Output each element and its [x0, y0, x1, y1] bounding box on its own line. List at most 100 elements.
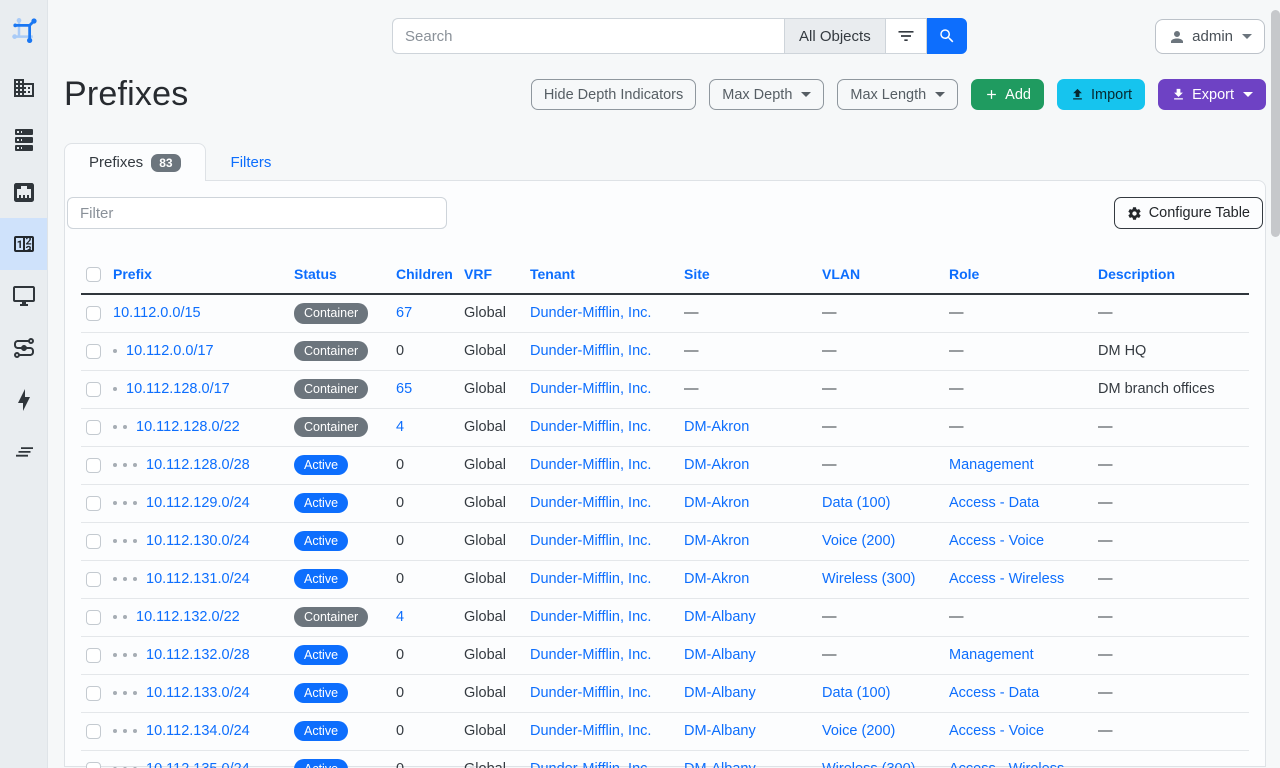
tenant-link[interactable]: Dunder-Mifflin, Inc.: [530, 533, 651, 549]
children-count-link[interactable]: 67: [396, 305, 412, 321]
role-link[interactable]: Access - Data: [949, 685, 1039, 701]
global-search-input[interactable]: [392, 18, 784, 54]
tenant-link[interactable]: Dunder-Mifflin, Inc.: [530, 685, 651, 701]
sort-link[interactable]: VLAN: [822, 266, 860, 282]
row-checkbox[interactable]: [86, 382, 101, 397]
select-all-checkbox[interactable]: [86, 267, 101, 282]
sort-link[interactable]: Children: [396, 266, 453, 282]
vlan-link[interactable]: Voice (200): [822, 533, 895, 549]
row-checkbox[interactable]: [86, 572, 101, 587]
search-submit-button[interactable]: [927, 18, 967, 54]
search-filter-button[interactable]: [885, 18, 927, 54]
tenant-link[interactable]: Dunder-Mifflin, Inc.: [530, 419, 651, 435]
row-checkbox[interactable]: [86, 458, 101, 473]
row-checkbox[interactable]: [86, 534, 101, 549]
sort-link[interactable]: Description: [1098, 266, 1175, 282]
site-link[interactable]: DM-Akron: [684, 533, 749, 549]
prefix-link[interactable]: 10.112.0.0/17: [126, 343, 214, 359]
role-link[interactable]: Access - Wireless: [949, 571, 1064, 587]
user-menu-button[interactable]: admin: [1155, 19, 1265, 54]
tab-prefixes[interactable]: Prefixes 83: [64, 143, 206, 181]
sort-link[interactable]: Tenant: [530, 266, 575, 282]
site-link[interactable]: DM-Akron: [684, 457, 749, 473]
prefix-link[interactable]: 10.112.135.0/24: [146, 761, 250, 768]
children-count-link[interactable]: 4: [396, 609, 404, 625]
prefix-link[interactable]: 10.112.0.0/15: [113, 305, 201, 321]
vlan-link[interactable]: Data (100): [822, 495, 891, 511]
site-link[interactable]: DM-Akron: [684, 419, 749, 435]
prefix-link[interactable]: 10.112.128.0/22: [136, 419, 240, 435]
sort-link[interactable]: Status: [294, 266, 337, 282]
max-depth-dropdown[interactable]: Max Depth: [709, 79, 824, 110]
prefix-link[interactable]: 10.112.130.0/24: [146, 533, 250, 549]
children-count-link[interactable]: 4: [396, 419, 404, 435]
prefix-link[interactable]: 10.112.131.0/24: [146, 571, 250, 587]
role-link[interactable]: Access - Voice: [949, 723, 1044, 739]
vertical-scrollbar[interactable]: [1271, 10, 1280, 237]
tenant-link[interactable]: Dunder-Mifflin, Inc.: [530, 381, 651, 397]
role-link[interactable]: Access - Voice: [949, 533, 1044, 549]
vlan-link[interactable]: Wireless (300): [822, 761, 915, 768]
site-link[interactable]: DM-Akron: [684, 571, 749, 587]
export-dropdown[interactable]: Export: [1158, 79, 1266, 110]
prefix-link[interactable]: 10.112.129.0/24: [146, 495, 250, 511]
sidebar-item-devices[interactable]: [0, 114, 47, 166]
sidebar-item-organization[interactable]: [0, 62, 47, 114]
row-checkbox[interactable]: [86, 420, 101, 435]
role-link[interactable]: Access - Wireless: [949, 761, 1064, 768]
sidebar-item-circuits[interactable]: [0, 322, 47, 374]
import-button[interactable]: Import: [1057, 79, 1145, 110]
tenant-link[interactable]: Dunder-Mifflin, Inc.: [530, 457, 651, 473]
tenant-link[interactable]: Dunder-Mifflin, Inc.: [530, 495, 651, 511]
netbox-logo[interactable]: [0, 0, 47, 62]
tenant-link[interactable]: Dunder-Mifflin, Inc.: [530, 647, 651, 663]
hide-depth-indicators-button[interactable]: Hide Depth Indicators: [531, 79, 696, 110]
row-checkbox[interactable]: [86, 724, 101, 739]
prefix-link[interactable]: 10.112.132.0/22: [136, 609, 240, 625]
max-length-dropdown[interactable]: Max Length: [837, 79, 958, 110]
vlan-link[interactable]: Voice (200): [822, 723, 895, 739]
sort-link[interactable]: Site: [684, 266, 710, 282]
tenant-link[interactable]: Dunder-Mifflin, Inc.: [530, 723, 651, 739]
add-button[interactable]: Add: [971, 79, 1044, 110]
site-link[interactable]: DM-Albany: [684, 685, 756, 701]
vlan-link[interactable]: Wireless (300): [822, 571, 915, 587]
site-link[interactable]: DM-Albany: [684, 761, 756, 768]
row-checkbox[interactable]: [86, 648, 101, 663]
row-checkbox[interactable]: [86, 344, 101, 359]
role-link[interactable]: Management: [949, 647, 1034, 663]
children-count-link[interactable]: 65: [396, 381, 412, 397]
row-checkbox[interactable]: [86, 306, 101, 321]
prefix-link[interactable]: 10.112.132.0/28: [146, 647, 250, 663]
role-link[interactable]: Management: [949, 457, 1034, 473]
prefix-link[interactable]: 10.112.134.0/24: [146, 723, 250, 739]
sidebar-item-power[interactable]: [0, 374, 47, 426]
tenant-link[interactable]: Dunder-Mifflin, Inc.: [530, 761, 651, 768]
prefix-link[interactable]: 10.112.128.0/17: [126, 381, 230, 397]
prefix-link[interactable]: 10.112.128.0/28: [146, 457, 250, 473]
role-link[interactable]: Access - Data: [949, 495, 1039, 511]
sort-link[interactable]: VRF: [464, 266, 492, 282]
tenant-link[interactable]: Dunder-Mifflin, Inc.: [530, 343, 651, 359]
row-checkbox[interactable]: [86, 496, 101, 511]
tenant-link[interactable]: Dunder-Mifflin, Inc.: [530, 571, 651, 587]
tenant-link[interactable]: Dunder-Mifflin, Inc.: [530, 609, 651, 625]
sidebar-item-customization[interactable]: [0, 426, 47, 478]
row-checkbox[interactable]: [86, 610, 101, 625]
row-checkbox[interactable]: [86, 762, 101, 768]
site-link[interactable]: DM-Albany: [684, 647, 756, 663]
sidebar-item-connections[interactable]: [0, 166, 47, 218]
configure-table-button[interactable]: Configure Table: [1114, 197, 1263, 229]
tenant-link[interactable]: Dunder-Mifflin, Inc.: [530, 305, 651, 321]
object-type-button[interactable]: All Objects: [784, 18, 885, 54]
vlan-link[interactable]: Data (100): [822, 685, 891, 701]
sidebar-item-virtualization[interactable]: [0, 270, 47, 322]
site-link[interactable]: DM-Akron: [684, 495, 749, 511]
site-link[interactable]: DM-Albany: [684, 609, 756, 625]
sidebar-item-ipam[interactable]: [0, 218, 47, 270]
prefix-link[interactable]: 10.112.133.0/24: [146, 685, 250, 701]
table-filter-input[interactable]: [67, 197, 447, 229]
row-checkbox[interactable]: [86, 686, 101, 701]
sort-link[interactable]: Role: [949, 266, 979, 282]
sort-link[interactable]: Prefix: [113, 266, 152, 282]
